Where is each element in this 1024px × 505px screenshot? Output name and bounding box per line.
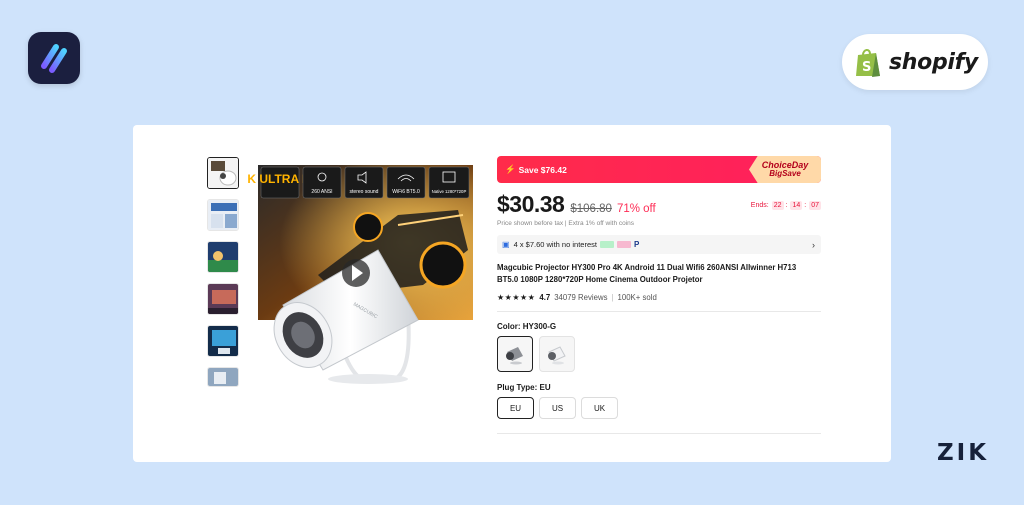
tax-note: Price shown before tax | Extra 1% off wi…: [497, 220, 635, 227]
sold-count: 100K+ sold: [617, 293, 657, 302]
discount-percent: 71% off: [616, 203, 656, 215]
thumbnail-2[interactable]: [207, 199, 239, 231]
countdown-timer: Ends: 22 : 14 : 07: [750, 201, 821, 210]
color-swatch-hy300-g[interactable]: [497, 336, 533, 372]
svg-text:S: S: [862, 60, 871, 75]
feature-badges: 4K ULTRA HD 260 ANSI stereo sound WiFi6 …: [248, 166, 470, 199]
color-swatches: [497, 336, 821, 372]
plug-option-us[interactable]: US: [539, 397, 576, 419]
divider: [497, 311, 821, 312]
thumbnail-1[interactable]: [207, 157, 239, 189]
plug-option-uk[interactable]: UK: [581, 397, 618, 419]
badge-sound: stereo sound: [350, 189, 379, 195]
installment-text: 4 x $7.60 with no interest: [513, 240, 597, 249]
plug-option-eu[interactable]: EU: [497, 397, 534, 419]
review-count[interactable]: 34079 Reviews: [554, 293, 607, 302]
badge-ansi: 260 ANSI: [311, 189, 332, 195]
play-video-button[interactable]: [342, 259, 370, 287]
plug-options: EU US UK: [497, 397, 821, 419]
rating-row: ★★★★★ 4.7 34079 Reviews | 100K+ sold: [497, 293, 821, 302]
badge-native: Native 1280*720P: [432, 189, 467, 194]
product-info-panel: ⚡ Save $76.42 ChoiceDay BigSave $30.38 $…: [497, 156, 821, 434]
klarna-pay-icon: [599, 241, 614, 248]
divider-bottom: [497, 433, 821, 434]
star-rating-icon: ★★★★★: [497, 293, 536, 302]
timer-minutes: 14: [790, 201, 803, 210]
thumbnail-5[interactable]: [207, 325, 239, 357]
afterpay-pay-icon: [616, 241, 631, 248]
paypal-icon: P: [633, 240, 640, 249]
plug-type-label: Plug Type: EU: [497, 383, 551, 392]
sale-banner: ⚡ Save $76.42 ChoiceDay BigSave: [497, 156, 821, 183]
separator: |: [611, 293, 614, 302]
shopify-badge: S shopify: [842, 34, 988, 90]
choice-tag-line2: BigSave: [769, 169, 801, 178]
timer-seconds: 07: [809, 201, 821, 210]
chevron-right-icon: ›: [812, 239, 815, 250]
choice-day-tag: ChoiceDay BigSave: [749, 156, 821, 183]
timer-label: Ends:: [750, 202, 769, 209]
installment-row[interactable]: ▣ 4 x $7.60 with no interest P ›: [497, 235, 821, 254]
save-amount: Save $76.42: [518, 164, 567, 175]
color-label: Color: HY300-G: [497, 322, 557, 331]
original-price: $106.80: [570, 203, 612, 215]
app-logo: [28, 32, 80, 84]
color-swatch-white[interactable]: [539, 336, 575, 372]
shopify-wordmark: shopify: [889, 49, 978, 75]
timer-hours: 22: [771, 201, 784, 210]
price-row: $30.38 $106.80 71% off Ends: 22 : 14 : 0…: [497, 191, 821, 218]
thumbnail-6[interactable]: [207, 367, 239, 387]
thumbnail-list: [207, 157, 239, 397]
lightning-icon: ⚡: [505, 164, 516, 174]
installment-icon: ▣: [502, 240, 510, 249]
current-price: $30.38: [497, 191, 565, 217]
rating-value: 4.7: [539, 293, 551, 302]
product-card: 4K ULTRA HD 260 ANSI stereo sound WiFi6 …: [133, 125, 891, 462]
shopify-bag-icon: S: [856, 49, 880, 77]
app-logo-icon: [41, 44, 67, 73]
zik-logo: ZIK: [937, 440, 990, 466]
thumbnail-3[interactable]: [207, 241, 239, 273]
main-product-image[interactable]: 4K ULTRA HD 260 ANSI stereo sound WiFi6 …: [248, 155, 478, 387]
thumbnail-4[interactable]: [207, 283, 239, 315]
badge-wifi: WiFi6 BT5.0: [392, 189, 420, 195]
product-title: Magcubic Projector HY300 Pro 4K Android …: [497, 263, 797, 284]
